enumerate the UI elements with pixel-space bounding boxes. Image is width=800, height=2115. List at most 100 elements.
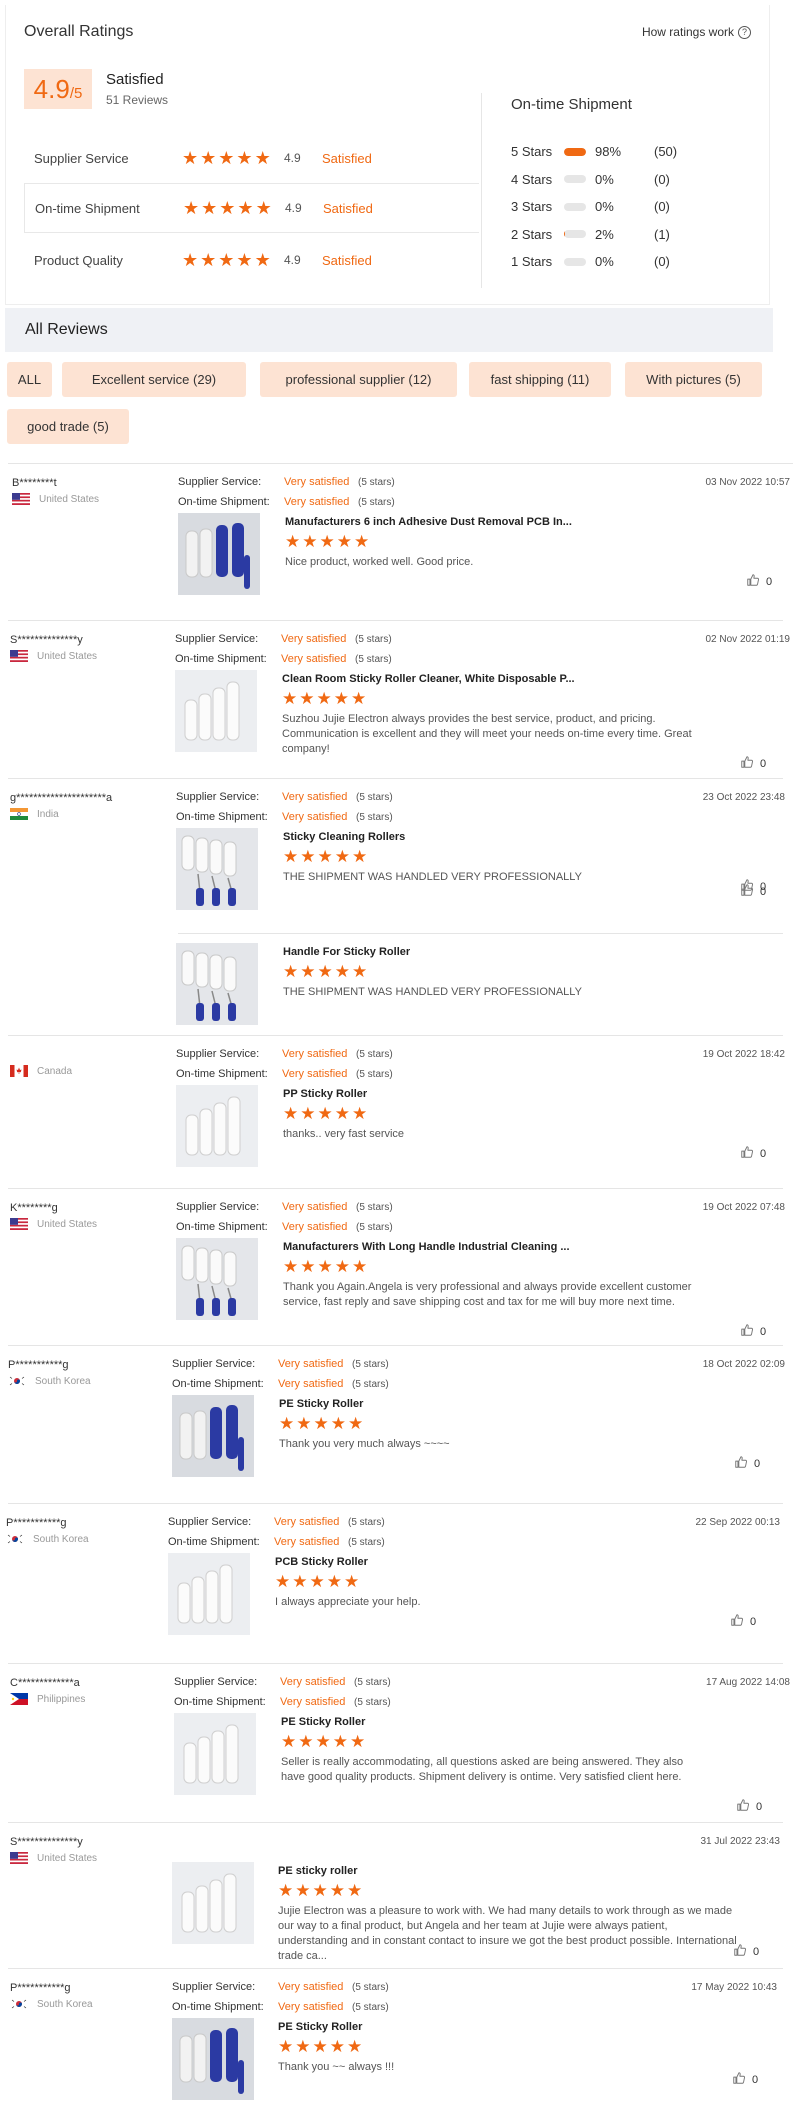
supplier-service-rating: Very satisfied [282, 1201, 348, 1213]
product-thumbnail[interactable] [175, 670, 257, 752]
ontime-shipment-rating: Very satisfied [274, 1536, 340, 1548]
rating-row-label: Product Quality [34, 252, 123, 268]
like-button[interactable]: 0 [740, 1145, 766, 1162]
product-name-link[interactable]: Sticky Cleaning Rollers [283, 831, 405, 843]
review-date: 31 Jul 2022 23:43 [700, 1836, 780, 1847]
review-card: S**************y United States 02 Nov 2022… [0, 620, 800, 776]
supplier-service-label: Supplier Service: [174, 1676, 258, 1688]
review-text: THE SHIPMENT WAS HANDLED VERY PROFESSION… [283, 871, 582, 883]
product-name-link[interactable]: Clean Room Sticky Roller Cleaner, White … [282, 673, 575, 685]
product-name-link[interactable]: PE Sticky Roller [278, 2021, 362, 2033]
product-thumbnail[interactable] [176, 828, 258, 910]
thumbs-up-icon [736, 1798, 750, 1815]
supplier-service-rating: Very satisfied [281, 633, 347, 645]
like-button[interactable]: 0 [740, 878, 766, 895]
like-button[interactable]: 0 [740, 1323, 766, 1340]
thumbs-up-icon [733, 1943, 747, 1960]
reviewer-name: S**************y [10, 634, 83, 646]
product-name-link[interactable]: PE Sticky Roller [281, 1716, 365, 1728]
filter-chip-fast-shipping[interactable]: fast shipping (11) [469, 362, 611, 397]
like-button[interactable]: 0 [746, 573, 772, 590]
product-thumbnail[interactable] [168, 1553, 250, 1635]
like-button[interactable]: 0 [736, 1798, 762, 1815]
supplier-service-rating: Very satisfied [274, 1516, 340, 1528]
review-text: Seller is really accommodating, all ques… [281, 1756, 684, 1783]
divider [178, 933, 783, 934]
rating-row-ontime-shipment[interactable]: On-time Shipment ★ ★ ★ ★ ★ 4.9 Satisfied [24, 183, 479, 233]
review-text: Thank you Again.Angela is very professio… [283, 1281, 692, 1308]
product-name-link[interactable]: PE Sticky Roller [279, 1398, 363, 1410]
filter-chip-all[interactable]: ALL [7, 362, 52, 397]
shipment-distribution: 5 Stars 98% (50) 4 Stars 0% (0) 3 Stars 0% (0) 2 … [511, 138, 677, 276]
thumbs-up-icon [746, 573, 760, 590]
how-ratings-work-link[interactable]: How ratings work ? [642, 25, 751, 39]
rating-row-stars: ★ ★ ★ ★ ★ [183, 198, 272, 218]
ontime-shipment-stars: (5 stars) [348, 1537, 385, 1548]
product-name-link[interactable]: Manufacturers With Long Handle Industria… [283, 1241, 570, 1253]
like-button[interactable]: 0 [732, 2071, 758, 2088]
reviewer-name: g*********************a [10, 792, 113, 804]
product-thumbnail[interactable] [176, 1238, 258, 1320]
distribution-bar-fill [564, 147, 586, 156]
product-rating-stars: ★ ★ ★ ★ ★ [278, 2037, 363, 2056]
product-thumbnail[interactable] [172, 2018, 254, 2100]
review-text: Jujie Electron was a pleasure to work wi… [278, 1905, 737, 1962]
distribution-row: 5 Stars 98% (50) [511, 138, 677, 166]
reviewer-name: P***********g [10, 1982, 71, 1994]
ontime-shipment-stars: (5 stars) [356, 1069, 393, 1080]
overall-satisfaction: Satisfied [106, 71, 164, 88]
reviewer-name: P***********g [6, 1517, 67, 1529]
review-date: 19 Oct 2022 18:42 [702, 1049, 785, 1060]
product-name-link[interactable]: Handle For Sticky Roller [283, 946, 410, 958]
product-name-link[interactable]: Manufacturers 6 inch Adhesive Dust Remov… [285, 516, 572, 528]
divider [8, 778, 783, 779]
product-thumbnail[interactable] [178, 513, 260, 595]
ontime-shipment-stars: (5 stars) [356, 812, 393, 823]
country-flag-icon [6, 1533, 24, 1545]
like-count: 0 [760, 1147, 767, 1160]
filter-chip-good-trade[interactable]: good trade (5) [7, 409, 129, 444]
ontime-shipment-rating: Very satisfied [284, 496, 350, 508]
ontime-shipment-stars: (5 stars) [352, 2002, 389, 2013]
product-thumbnail[interactable] [176, 943, 258, 1025]
like-button[interactable]: 0 [734, 1455, 760, 1472]
divider [8, 1968, 783, 1969]
ontime-shipment-label: On-time Shipment: [172, 2001, 264, 2013]
like-button[interactable]: 0 [730, 1613, 756, 1630]
like-button[interactable]: 0 [740, 755, 766, 772]
review-text: Nice product, worked well. Good price. [285, 556, 474, 568]
product-name-link[interactable]: PCB Sticky Roller [275, 1556, 368, 1568]
product-rating-stars: ★ ★ ★ ★ ★ [283, 962, 368, 981]
country-flag-icon [10, 1065, 28, 1077]
rating-row-stars: ★ ★ ★ ★ ★ [182, 148, 271, 168]
product-thumbnail[interactable] [172, 1862, 254, 1944]
product-thumbnail[interactable] [172, 1395, 254, 1477]
product-thumbnail[interactable] [174, 1713, 256, 1795]
review-date: 23 Oct 2022 23:48 [702, 792, 785, 803]
product-thumbnail[interactable] [176, 1085, 258, 1167]
reviewer-country: United States [37, 1219, 98, 1230]
review-text: Suzhou Jujie Electron always provides th… [282, 713, 692, 755]
overall-score-denominator: /5 [69, 85, 83, 102]
reviewer-country: Canada [37, 1066, 73, 1077]
ontime-shipment-stars: (5 stars) [356, 1222, 393, 1233]
rating-row-value: 4.9 [284, 253, 301, 267]
divider [8, 1188, 783, 1189]
ontime-shipment-label: On-time Shipment: [172, 1378, 264, 1390]
ontime-shipment-rating: Very satisfied [278, 1378, 344, 1390]
filter-chip-professional-supplier[interactable]: professional supplier (12) [260, 362, 457, 397]
product-name-link[interactable]: PP Sticky Roller [283, 1088, 367, 1100]
divider [8, 620, 783, 621]
country-flag-icon [10, 1693, 28, 1705]
product-rating-stars: ★ ★ ★ ★ ★ [283, 847, 368, 866]
reviewer-name: P***********g [8, 1359, 69, 1371]
like-button[interactable]: 0 [733, 1943, 759, 1960]
filter-chip-excellent-service[interactable]: Excellent service (29) [62, 362, 246, 397]
supplier-service-stars: (5 stars) [352, 1982, 389, 1993]
divider [8, 463, 793, 464]
distribution-bar [564, 257, 586, 266]
product-name-link[interactable]: PE sticky roller [278, 1865, 358, 1877]
distribution-count: (0) [654, 171, 670, 187]
divider [481, 93, 482, 288]
filter-chip-with-pictures[interactable]: With pictures (5) [625, 362, 762, 397]
